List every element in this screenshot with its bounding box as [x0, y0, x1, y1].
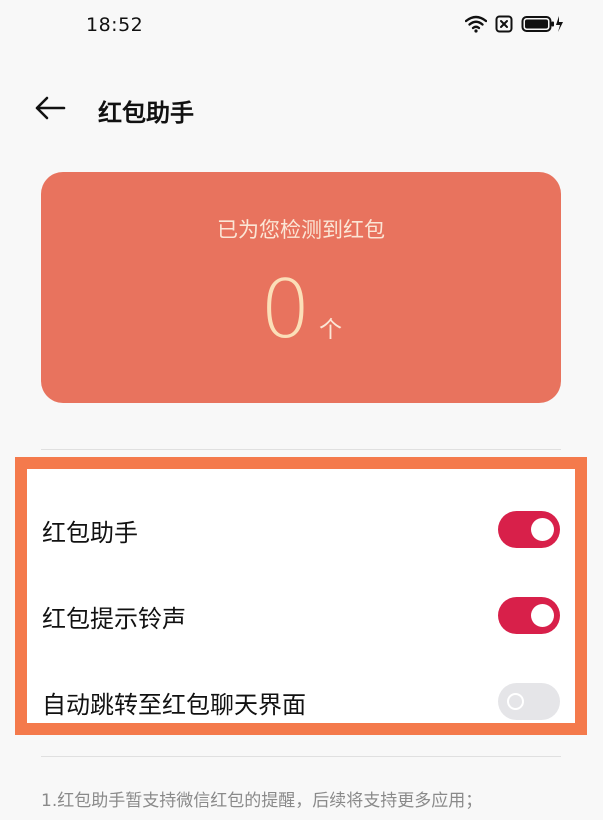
status-icons	[465, 15, 565, 33]
detection-unit: 个	[318, 317, 342, 343]
sim-icon	[495, 15, 513, 33]
settings-list: 红包助手 红包提示铃声 自动跳转至红包聊天界面	[15, 457, 587, 735]
detection-count: 0	[260, 263, 311, 356]
divider	[41, 756, 561, 757]
auto-jump-toggle[interactable]	[498, 683, 560, 720]
toggle-knob	[507, 693, 524, 710]
note-line-1: 1.红包助手暂支持微信红包的提醒，后续将支持更多应用；	[41, 791, 483, 811]
ringtone-toggle[interactable]	[498, 597, 560, 634]
detection-summary-card: 已为您检测到红包 0个	[41, 172, 561, 403]
setting-label: 红包助手	[42, 519, 138, 547]
toggle-knob	[531, 518, 554, 541]
toggle-knob	[531, 604, 554, 627]
setting-label: 红包提示铃声	[42, 605, 186, 633]
battery-charging-icon	[521, 15, 565, 33]
back-button[interactable]	[34, 92, 74, 124]
red-packet-assistant-toggle[interactable]	[498, 511, 560, 548]
setting-row-red-packet-assistant: 红包助手	[27, 499, 575, 559]
status-bar: 18:52	[0, 0, 603, 56]
arrow-left-icon	[35, 96, 66, 120]
page-title: 红包助手	[98, 99, 194, 127]
status-time: 18:52	[86, 14, 144, 36]
detection-label: 已为您检测到红包	[217, 218, 385, 242]
header: 红包助手	[0, 80, 603, 136]
setting-row-auto-jump: 自动跳转至红包聊天界面	[27, 671, 575, 731]
divider	[41, 449, 561, 450]
detection-count-wrap: 0个	[41, 270, 561, 350]
setting-label: 自动跳转至红包聊天界面	[42, 691, 306, 719]
setting-row-ringtone: 红包提示铃声	[27, 585, 575, 645]
wifi-icon	[465, 15, 487, 33]
